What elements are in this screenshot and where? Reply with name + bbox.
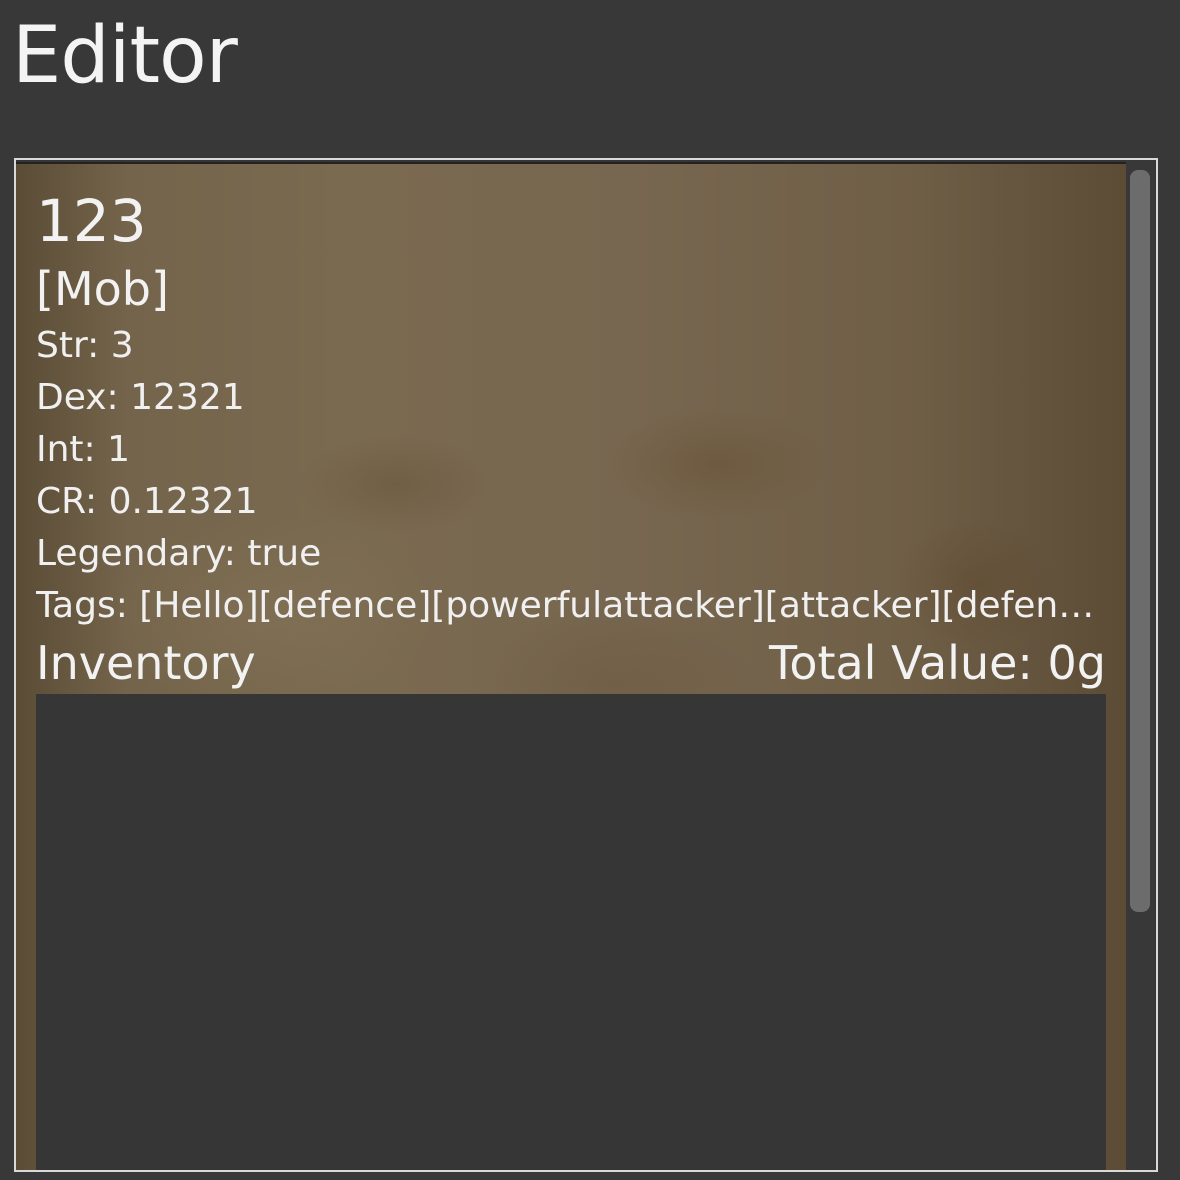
entity-name: 123 <box>36 187 147 255</box>
stat-str: Str: 3 <box>36 325 134 366</box>
character-card: 123 [Mob] Str: 3 Dex: 12321 Int: 1 CR: 0… <box>16 162 1126 1170</box>
stat-legendary: Legendary: true <box>36 533 322 574</box>
total-value: Total Value: 0g <box>769 636 1106 690</box>
editor-panel: 123 [Mob] Str: 3 Dex: 12321 Int: 1 CR: 0… <box>14 158 1158 1172</box>
inventory-label: Inventory <box>36 636 256 690</box>
entity-type: [Mob] <box>36 262 169 316</box>
scrollbar-thumb[interactable] <box>1130 170 1150 912</box>
vertical-scrollbar[interactable] <box>1126 160 1154 1170</box>
app-title: Editor <box>12 11 238 101</box>
inventory-list[interactable] <box>36 694 1106 1170</box>
stat-dex: Dex: 12321 <box>36 377 245 418</box>
tags-list: Tags: [Hello][defence][powerfulattacker]… <box>36 585 1106 626</box>
stat-cr: CR: 0.12321 <box>36 481 258 522</box>
stat-int: Int: 1 <box>36 429 131 470</box>
